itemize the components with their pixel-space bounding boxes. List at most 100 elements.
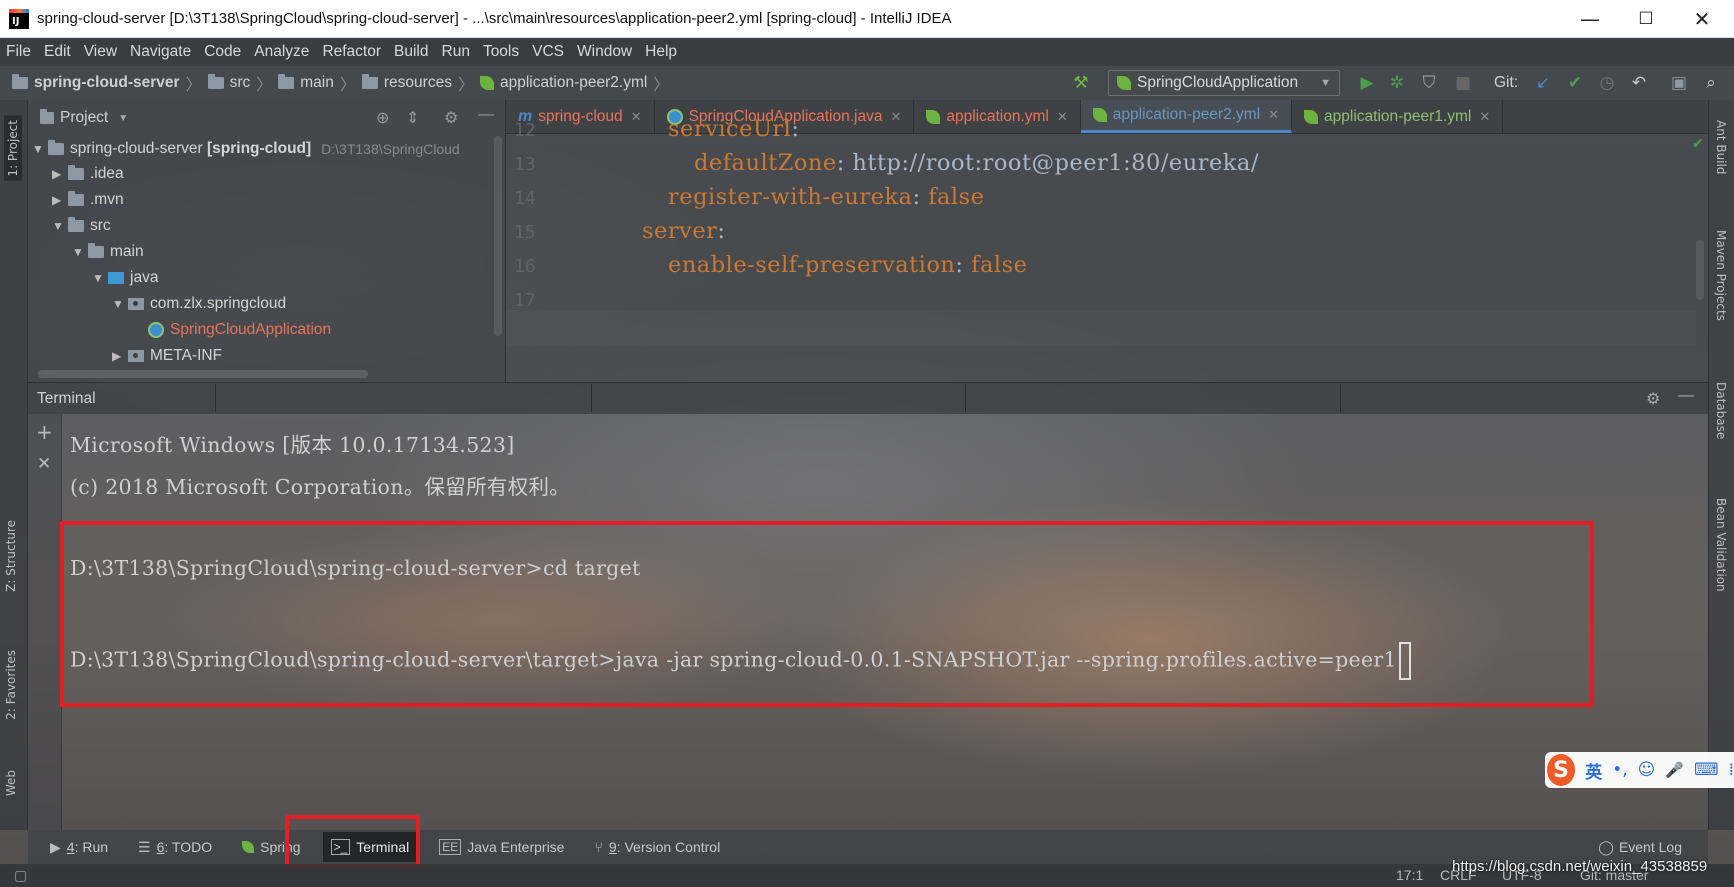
search-icon[interactable]: ⌕	[1700, 72, 1722, 94]
line-number: 13	[514, 154, 536, 175]
breadcrumb-project[interactable]: spring-cloud-server 〉	[12, 71, 202, 95]
menu-build[interactable]: Build	[394, 43, 428, 61]
close-tab-icon[interactable]: ✕	[1268, 107, 1279, 123]
git-update-icon[interactable]: ↙	[1532, 72, 1554, 94]
locate-icon[interactable]: ⊕	[376, 108, 389, 128]
tree-item-idea[interactable]: ▶ .idea	[52, 161, 124, 187]
menu-help[interactable]: Help	[645, 43, 677, 61]
tool-tab-project[interactable]: 1: Project	[4, 116, 22, 181]
menu-run[interactable]: Run	[442, 43, 470, 61]
git-commit-icon[interactable]: ✔	[1564, 72, 1586, 94]
run-configuration-select[interactable]: SpringCloudApplication ▼	[1108, 70, 1340, 96]
new-session-plus-icon[interactable]: +	[36, 420, 53, 444]
tree-root[interactable]: ▼ spring-cloud-server [spring-cloud] D:\…	[32, 136, 460, 162]
tool-tab-web[interactable]: Web	[4, 770, 18, 796]
maximize-button[interactable]: ☐	[1618, 0, 1674, 38]
expanded-arrow-icon: ▼	[32, 142, 44, 156]
project-panel-title[interactable]: Project	[60, 109, 108, 127]
editor-scrollbar[interactable]	[1696, 240, 1704, 300]
tree-item-java[interactable]: ▼ java	[92, 265, 158, 291]
spring-leaf-icon	[242, 841, 255, 853]
tree-item-main[interactable]: ▼ main	[72, 239, 144, 265]
ime-emoji-icon[interactable]: ☺	[1638, 760, 1656, 780]
tool-tab-bean-validation[interactable]: Bean Validation	[1714, 498, 1728, 592]
terminal-scrollbar[interactable]	[1680, 420, 1688, 800]
toggle-tool-windows-icon[interactable]: ▢	[14, 867, 27, 884]
run-config-label: SpringCloudApplication	[1137, 74, 1299, 91]
sogou-logo-icon[interactable]: S	[1547, 754, 1576, 786]
ime-language-toggle[interactable]: 英	[1585, 758, 1602, 783]
tree-item-springcloudapplication[interactable]: SpringCloudApplication	[148, 317, 331, 343]
close-button[interactable]: ✕	[1674, 0, 1730, 38]
close-tab-icon[interactable]: ✕	[631, 109, 642, 125]
debug-icon[interactable]: ✲	[1386, 72, 1408, 94]
ime-microphone-icon[interactable]: 🎤	[1665, 761, 1684, 779]
divider	[965, 384, 966, 412]
project-structure-icon[interactable]: ▣	[1668, 72, 1690, 94]
ime-more-icon[interactable]: ⁞	[1729, 760, 1734, 780]
tool-tab-version-control[interactable]: ⑂ 9: Version Control	[586, 832, 728, 862]
tree-item-label: .mvn	[90, 191, 124, 208]
menu-tools[interactable]: Tools	[483, 43, 519, 61]
breadcrumb-resources[interactable]: resources 〉	[361, 71, 474, 95]
close-session-x-icon[interactable]: ✕	[37, 454, 51, 474]
build-hammer-icon[interactable]: ⚒	[1070, 72, 1092, 94]
tab-application-peer2-yml[interactable]: application-peer2.yml ✕	[1080, 100, 1293, 133]
breadcrumb-file[interactable]: application-peer2.yml 〉	[479, 71, 669, 95]
tool-tab-structure[interactable]: Z: Structure	[4, 520, 18, 592]
title-bar: IJ spring-cloud-server [D:\3T138\SpringC…	[0, 0, 1734, 38]
minimize-button[interactable]: —	[1562, 0, 1618, 38]
ime-keyboard-icon[interactable]: ⌨	[1694, 760, 1719, 780]
tree-item-package[interactable]: ▼ com.zlx.springcloud	[112, 291, 286, 317]
menu-vcs[interactable]: VCS	[532, 43, 564, 61]
module-folder-icon	[12, 74, 28, 89]
tab-application-peer1-yml[interactable]: application-peer1.yml ✕	[1292, 100, 1504, 133]
tool-tab-run[interactable]: ▶ 4: Run	[42, 832, 116, 862]
close-tab-icon[interactable]: ✕	[890, 109, 901, 125]
coverage-icon[interactable]: ⛉	[1418, 72, 1440, 94]
no-problems-check-icon: ✔	[1692, 136, 1704, 152]
tool-tab-java-enterprise[interactable]: EE Java Enterprise	[431, 832, 572, 862]
tree-item-src[interactable]: ▼ src	[52, 213, 111, 239]
resources-folder-icon	[361, 74, 378, 89]
run-icon[interactable]: ▶	[1356, 72, 1378, 94]
settings-gear-icon[interactable]: ⚙	[444, 108, 458, 128]
editor-area[interactable]: m spring-cloud ✕ SpringCloudApplication.j…	[506, 100, 1708, 382]
tree-item-meta-inf[interactable]: ▶ META-INF	[112, 343, 222, 369]
menu-analyze[interactable]: Analyze	[254, 43, 309, 61]
event-log-balloon-icon: ◯	[1598, 838, 1614, 855]
run-icon: ▶	[50, 838, 61, 855]
menu-navigate[interactable]: Navigate	[130, 43, 191, 61]
package-icon	[128, 298, 144, 310]
hide-panel-icon[interactable]: —	[1678, 387, 1694, 405]
tool-tab-favorites[interactable]: 2: Favorites	[4, 650, 18, 720]
hide-panel-icon[interactable]: —	[478, 106, 494, 124]
tool-tab-maven-projects[interactable]: Maven Projects	[1714, 230, 1728, 321]
tree-item-mvn[interactable]: ▶ .mvn	[52, 187, 124, 213]
settings-gear-icon[interactable]: ⚙	[1646, 389, 1660, 409]
close-tab-icon[interactable]: ✕	[1057, 109, 1068, 125]
menu-window[interactable]: Window	[577, 43, 632, 61]
collapse-all-icon[interactable]: ⇕	[406, 108, 419, 128]
chevron-down-icon[interactable]: ▼	[118, 113, 128, 124]
tool-tab-todo[interactable]: ☰ 6: TODO	[130, 832, 220, 862]
breadcrumb-src[interactable]: src 〉	[207, 71, 272, 95]
vertical-scrollbar[interactable]	[494, 136, 502, 336]
breadcrumb-main[interactable]: main 〉	[278, 71, 356, 95]
ime-punctuation-icon[interactable]: •,	[1612, 760, 1627, 780]
menu-view[interactable]: View	[84, 43, 117, 61]
menu-refactor[interactable]: Refactor	[322, 43, 381, 61]
tool-tab-ant-build[interactable]: Ant Build	[1714, 120, 1728, 174]
terminal-title: Terminal	[37, 389, 96, 407]
tab-application-yml[interactable]: application.yml ✕	[914, 100, 1081, 133]
git-revert-icon[interactable]: ↶	[1628, 72, 1650, 94]
close-tab-icon[interactable]: ✕	[1479, 109, 1490, 125]
menu-edit[interactable]: Edit	[44, 43, 71, 61]
caret-position[interactable]: 17:1	[1396, 867, 1423, 883]
menu-file[interactable]: File	[6, 43, 31, 61]
tool-tab-database[interactable]: Database	[1714, 382, 1728, 439]
horizontal-scrollbar[interactable]	[38, 370, 368, 378]
stop-icon[interactable]: ■	[1452, 72, 1474, 94]
git-history-icon[interactable]: ◷	[1596, 72, 1618, 94]
menu-code[interactable]: Code	[204, 43, 241, 61]
